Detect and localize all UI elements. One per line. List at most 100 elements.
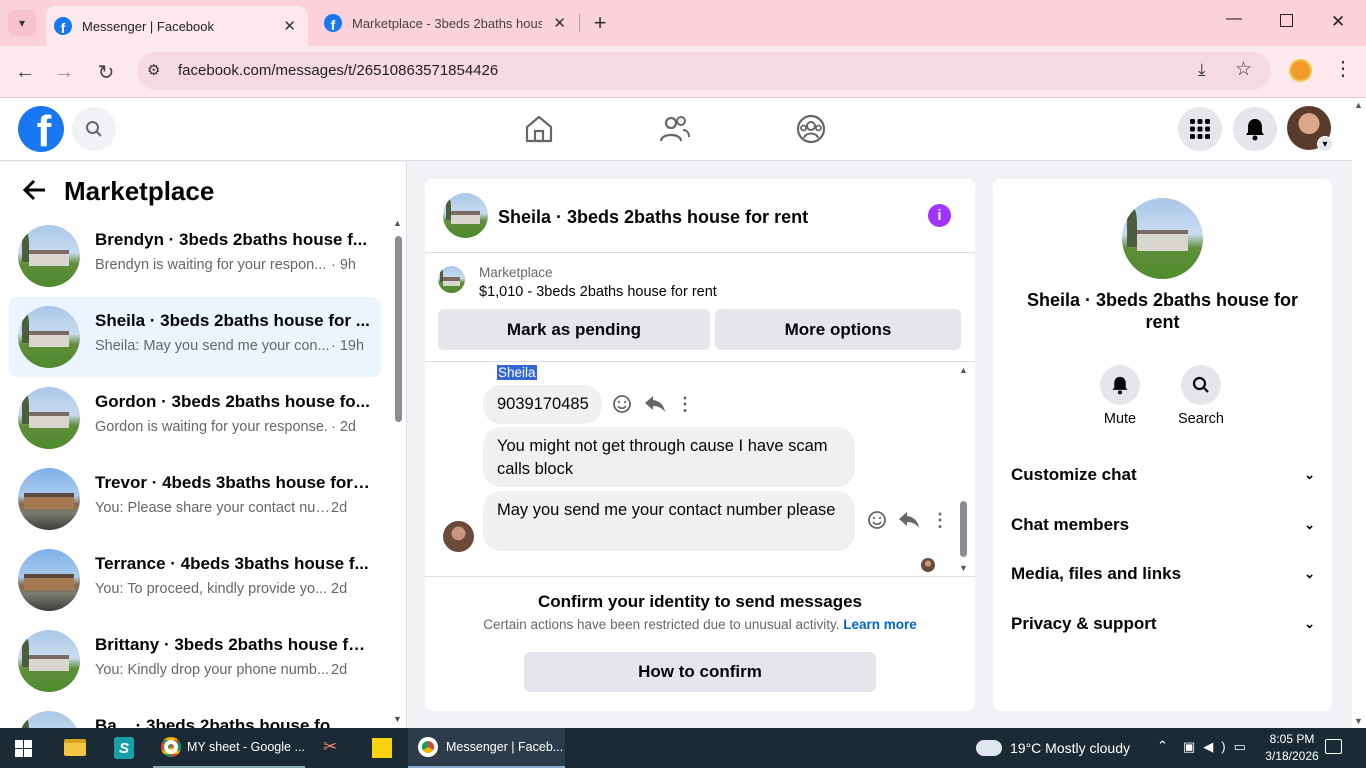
weather-text[interactable]: 19°C Mostly cloudy (1010, 740, 1130, 756)
conversation-item[interactable]: Trevor · 4beds 3baths house for ... You: … (9, 459, 381, 539)
chevron-down-icon[interactable]: ▾ (1317, 136, 1333, 152)
file-explorer-icon[interactable] (64, 739, 86, 756)
message-bubble[interactable]: 9039170485 (483, 385, 602, 424)
weather-cloud-icon[interactable] (976, 740, 1002, 756)
sticky-notes-icon[interactable] (372, 738, 392, 758)
tab-search-button[interactable]: ▾ (8, 10, 36, 36)
minimize-button[interactable]: — (1226, 10, 1246, 34)
reply-icon[interactable] (644, 394, 666, 414)
listing-thumb[interactable] (438, 266, 465, 293)
react-icon[interactable] (612, 394, 632, 414)
mute-label: Mute (1103, 411, 1137, 427)
conversation-item[interactable]: Sheila · 3beds 2baths house for ... Sheil… (9, 297, 381, 377)
more-options-button[interactable]: More options (715, 309, 961, 350)
more-dots-icon[interactable]: ⋮ (676, 394, 694, 414)
more-dots-icon[interactable]: ⋮ (931, 510, 949, 530)
clock-date[interactable]: 3/18/2026 (1262, 749, 1322, 763)
conversation-preview: You: To proceed, kindly provide yo... (95, 581, 328, 597)
arrow-left-icon: ← (15, 60, 35, 83)
close-icon[interactable]: ✕ (553, 14, 566, 32)
section-customize-chat[interactable]: Customize chat ⌄ (1011, 465, 1315, 485)
facebook-logo-icon[interactable]: f (18, 106, 64, 152)
search-chat-button[interactable] (1181, 365, 1221, 405)
facebook-favicon-icon: f (54, 17, 72, 35)
chat-info-panel: Sheila · 3beds 2baths house for rent Mut… (993, 179, 1332, 711)
notifications-icon[interactable] (1325, 739, 1342, 754)
app-s-icon[interactable]: S (114, 737, 134, 759)
chevron-up-icon[interactable]: ⌃ (1157, 738, 1168, 754)
site-settings-icon[interactable]: ⚙ (147, 61, 160, 79)
conversation-item[interactable]: Ba... · 3beds 2baths house fo... (9, 702, 381, 728)
chat-avatar[interactable] (443, 193, 488, 238)
address-bar[interactable]: ⚙ facebook.com/messages/t/26510863571854… (137, 52, 1271, 90)
mute-button[interactable] (1100, 365, 1140, 405)
close-window-button[interactable]: ✕ (1331, 12, 1345, 32)
section-privacy-support[interactable]: Privacy & support ⌄ (1011, 614, 1315, 634)
maximize-button[interactable] (1280, 14, 1293, 27)
system-tray-icons[interactable]: ▣◀)▭ (1183, 739, 1254, 755)
learn-more-link[interactable]: Learn more (843, 617, 917, 632)
conversation-time: · 2d (331, 419, 356, 435)
bell-icon (1246, 119, 1264, 141)
forward-button[interactable]: → (51, 59, 77, 85)
info-button[interactable]: i (928, 204, 951, 227)
conversation-thumb (18, 630, 80, 692)
sender-avatar[interactable] (443, 521, 474, 552)
notifications-button[interactable] (1233, 107, 1277, 151)
how-to-confirm-button[interactable]: How to confirm (524, 652, 876, 692)
friends-nav-button[interactable] (659, 114, 691, 149)
message-bubble[interactable]: May you send me your contact number plea… (483, 491, 855, 551)
taskbar-app-sheet[interactable]: MY sheet - Google ... (153, 728, 305, 768)
back-button[interactable]: ← (12, 59, 38, 85)
search-button[interactable] (72, 107, 116, 151)
mark-pending-button[interactable]: Mark as pending (438, 309, 710, 350)
back-button[interactable] (22, 177, 50, 207)
section-media-files[interactable]: Media, files and links ⌄ (1011, 564, 1315, 584)
section-chat-members[interactable]: Chat members ⌄ (1011, 515, 1315, 535)
new-tab-button[interactable]: + (588, 10, 612, 36)
tab-messenger[interactable]: f Messenger | Facebook ✕ (46, 6, 308, 46)
url-text[interactable]: facebook.com/messages/t/2651086357185442… (178, 62, 498, 79)
conversation-item[interactable]: Brendyn · 3beds 2baths house f... Brendyn… (9, 216, 381, 296)
windows-start-icon[interactable] (15, 740, 32, 757)
taskbar-app-messenger[interactable]: Messenger | Faceb... (408, 728, 565, 768)
reply-icon[interactable] (898, 510, 920, 530)
list-scrollbar[interactable]: ▲ ▼ (393, 218, 403, 724)
listing-source: Marketplace (479, 265, 553, 280)
conversation-preview: You: Kindly drop your phone numb... (95, 662, 330, 678)
app-tools-icon[interactable]: ✂ (323, 737, 343, 759)
menu-button[interactable] (1178, 107, 1222, 151)
menu-dots-icon[interactable]: ⋮ (1333, 59, 1353, 79)
message-bubble[interactable]: You might not get through cause I have s… (483, 427, 855, 487)
conversation-time: · 19h (331, 338, 365, 354)
messages-scrollbar[interactable]: ▲ ▼ (958, 365, 970, 573)
listing-title[interactable]: $1,010 - 3beds 2baths house for rent (479, 284, 717, 300)
conversation-title: Terrance · 4beds 3baths house f... (95, 554, 369, 573)
close-icon[interactable]: ✕ (283, 17, 296, 35)
plus-icon: + (593, 10, 607, 35)
page-scrollbar[interactable]: ▲ ▼ (1352, 98, 1366, 728)
install-app-icon[interactable]: ⤓ (1198, 60, 1206, 80)
conversation-item[interactable]: Gordon · 3beds 2baths house fo... Gordon … (9, 378, 381, 458)
conversation-time: 2d (331, 581, 348, 597)
reload-icon: ↻ (97, 61, 115, 84)
conversation-preview: Brendyn is waiting for your respon... (95, 257, 327, 273)
chevron-down-icon: ⌄ (1304, 616, 1315, 631)
clock-time[interactable]: 8:05 PM (1262, 732, 1322, 746)
home-nav-button[interactable] (523, 114, 555, 149)
star-icon[interactable]: ☆ (1235, 58, 1252, 81)
tab-marketplace[interactable]: f Marketplace - 3beds 2baths house ✕ (316, 6, 578, 40)
profile-avatar-icon[interactable] (1289, 59, 1312, 82)
divider (425, 361, 975, 362)
windows-taskbar: S MY sheet - Google ... ✂ Messenger | Fa… (0, 728, 1366, 768)
groups-nav-button[interactable] (795, 113, 827, 150)
react-icon[interactable] (867, 510, 887, 530)
chrome-icon (418, 737, 438, 757)
arrow-right-icon: → (54, 60, 74, 83)
conversation-item[interactable]: Terrance · 4beds 3baths house f... You: T… (9, 540, 381, 620)
arrow-left-icon (22, 179, 45, 201)
reload-button[interactable]: ↻ (93, 59, 119, 85)
info-avatar[interactable] (1122, 198, 1203, 279)
chat-title[interactable]: Sheila · 3beds 2baths house for rent (498, 207, 808, 228)
conversation-item[interactable]: Brittany · 3beds 2baths house fo... You: … (9, 621, 381, 701)
